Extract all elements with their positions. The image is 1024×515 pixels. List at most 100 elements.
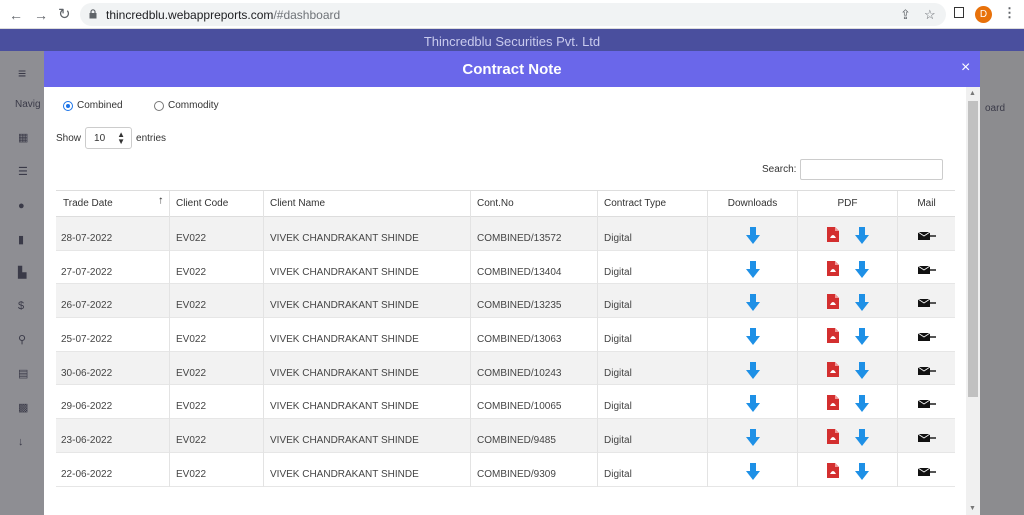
location-pin-icon[interactable]: ⚲	[18, 335, 28, 346]
header-mail: Mail	[917, 198, 936, 209]
cell-pdf	[798, 284, 898, 319]
modal-title: Contract Note	[462, 61, 562, 78]
mail-icon[interactable]	[917, 231, 936, 241]
download-icon[interactable]	[745, 328, 760, 346]
address-bar[interactable]: thincredblu.webappreports.com/#dashboard…	[80, 3, 946, 26]
header-client-code[interactable]: Client Code	[170, 191, 264, 217]
bookmark-star-icon[interactable]: ☆	[924, 7, 936, 23]
pdf-download-icon[interactable]	[854, 361, 869, 379]
cell-mail	[898, 251, 955, 285]
pdf-download-icon[interactable]	[854, 260, 869, 278]
profile-avatar[interactable]: D	[975, 6, 992, 23]
list-icon[interactable]: ☰	[18, 167, 28, 178]
search-input[interactable]	[800, 159, 944, 180]
mail-icon[interactable]	[917, 399, 936, 409]
scroll-up-icon[interactable]: ▲	[969, 90, 976, 97]
contract-note-modal: Contract Note × Combined Commodity Show …	[44, 51, 980, 515]
download-icon[interactable]	[745, 361, 760, 379]
cell-client-code: EV022	[170, 250, 264, 285]
dashboard-icon[interactable]: ▦	[18, 133, 28, 144]
cell-pdf	[798, 250, 898, 285]
cell-client-name: VIVEK CHANDRAKANT SHINDE	[264, 217, 471, 251]
pdf-download-icon[interactable]	[854, 462, 869, 480]
chart-icon[interactable]: ▙	[18, 268, 28, 279]
radio-button[interactable]	[63, 100, 73, 111]
browser-menu-icon[interactable]: ⋮	[1003, 5, 1016, 21]
cell-client-name: VIVEK CHANDRAKANT SHINDE	[264, 250, 471, 285]
pdf-file-icon[interactable]	[826, 361, 839, 377]
download-icon[interactable]	[745, 260, 760, 278]
pdf-file-icon[interactable]	[826, 429, 839, 445]
url-host: thincredblu.webappreports.com	[106, 8, 274, 22]
forward-arrow-icon[interactable]: →	[34, 7, 48, 23]
scrollbar-thumb[interactable]	[968, 101, 978, 397]
side-panel-icon[interactable]	[954, 7, 964, 18]
pdf-file-icon[interactable]	[826, 462, 839, 478]
radio-commodity[interactable]: Commodity	[154, 100, 219, 111]
share-icon[interactable]: ⇪	[900, 7, 911, 23]
pdf-file-icon[interactable]	[826, 227, 839, 242]
dollar-icon[interactable]: $	[18, 301, 28, 312]
cell-contract-type: Digital	[598, 452, 708, 487]
download-icon[interactable]	[745, 462, 760, 480]
cell-trade-date: 29-06-2022	[56, 385, 170, 420]
cell-downloads	[708, 452, 798, 487]
cell-pdf	[798, 351, 898, 386]
entries-select[interactable]: 10 ▲ ▼	[85, 127, 133, 149]
pdf-file-icon[interactable]	[826, 328, 839, 344]
arrow-down-icon[interactable]: ↓	[18, 437, 28, 448]
cell-contract-type: Digital	[598, 284, 708, 319]
stack-icon[interactable]: ▤	[18, 369, 28, 380]
vertical-scrollbar[interactable]: ▲ ▼	[966, 87, 980, 515]
hamburger-menu-icon[interactable]: ≡	[18, 66, 28, 80]
mail-icon[interactable]	[917, 366, 936, 376]
table-body: 28-07-2022 EV022 VIVEK CHANDRAKANT SHINDE C…	[56, 217, 955, 487]
radio-combined[interactable]: Combined	[63, 100, 123, 111]
cell-downloads	[708, 419, 798, 453]
sort-arrow-icon[interactable]: ⭡	[159, 196, 163, 207]
download-icon[interactable]	[745, 395, 760, 413]
radio-button[interactable]	[154, 100, 164, 111]
cell-mail	[898, 352, 955, 386]
reload-icon[interactable]: ↻	[58, 5, 71, 23]
pdf-file-icon[interactable]	[826, 294, 839, 310]
header-pdf: PDF	[798, 191, 898, 217]
cell-client-code: EV022	[170, 385, 264, 420]
cell-cont-no: COMBINED/9485	[471, 419, 598, 453]
pdf-download-icon[interactable]	[854, 328, 869, 346]
scroll-down-icon[interactable]: ▼	[969, 505, 976, 512]
header-trade-date[interactable]: Trade Date ⭡	[56, 191, 170, 217]
pdf-download-icon[interactable]	[854, 429, 869, 447]
back-arrow-icon[interactable]: ←	[9, 7, 23, 23]
cell-client-name: VIVEK CHANDRAKANT SHINDE	[264, 385, 471, 420]
grid-icon[interactable]: ▩	[18, 403, 28, 414]
mail-icon[interactable]	[917, 332, 936, 342]
header-cont-no[interactable]: Cont.No	[471, 191, 598, 217]
mail-icon[interactable]	[917, 467, 936, 477]
close-icon[interactable]: ×	[961, 60, 970, 76]
mail-icon[interactable]	[917, 265, 936, 275]
download-icon[interactable]	[745, 429, 760, 447]
app-header: Thincredblu Securities Pvt. Ltd	[0, 29, 1024, 51]
radio-label: Commodity	[168, 100, 219, 111]
disc-icon[interactable]: ●	[18, 201, 28, 212]
mail-icon[interactable]	[917, 298, 936, 308]
table-row: 30-06-2022 EV022 VIVEK CHANDRAKANT SHINDE C…	[56, 351, 955, 386]
table-row: 25-07-2022 EV022 VIVEK CHANDRAKANT SHINDE C…	[56, 318, 955, 352]
pdf-download-icon[interactable]	[854, 294, 869, 312]
database-icon[interactable]: ▮	[18, 235, 28, 246]
pdf-download-icon[interactable]	[854, 227, 869, 244]
pdf-file-icon[interactable]	[826, 260, 839, 276]
cell-downloads	[708, 217, 798, 251]
header-client-name[interactable]: Client Name	[264, 191, 471, 217]
table-row: 29-06-2022 EV022 VIVEK CHANDRAKANT SHINDE C…	[56, 385, 955, 420]
behind-content-right: oard	[980, 51, 1024, 515]
mail-icon[interactable]	[917, 433, 936, 443]
pdf-download-icon[interactable]	[854, 395, 869, 413]
header-contract-type[interactable]: Contract Type	[598, 191, 708, 217]
download-icon[interactable]	[745, 294, 760, 312]
download-icon[interactable]	[745, 227, 760, 244]
pdf-file-icon[interactable]	[826, 395, 839, 411]
cell-cont-no: COMBINED/13235	[471, 284, 598, 319]
cell-client-code: EV022	[170, 284, 264, 319]
